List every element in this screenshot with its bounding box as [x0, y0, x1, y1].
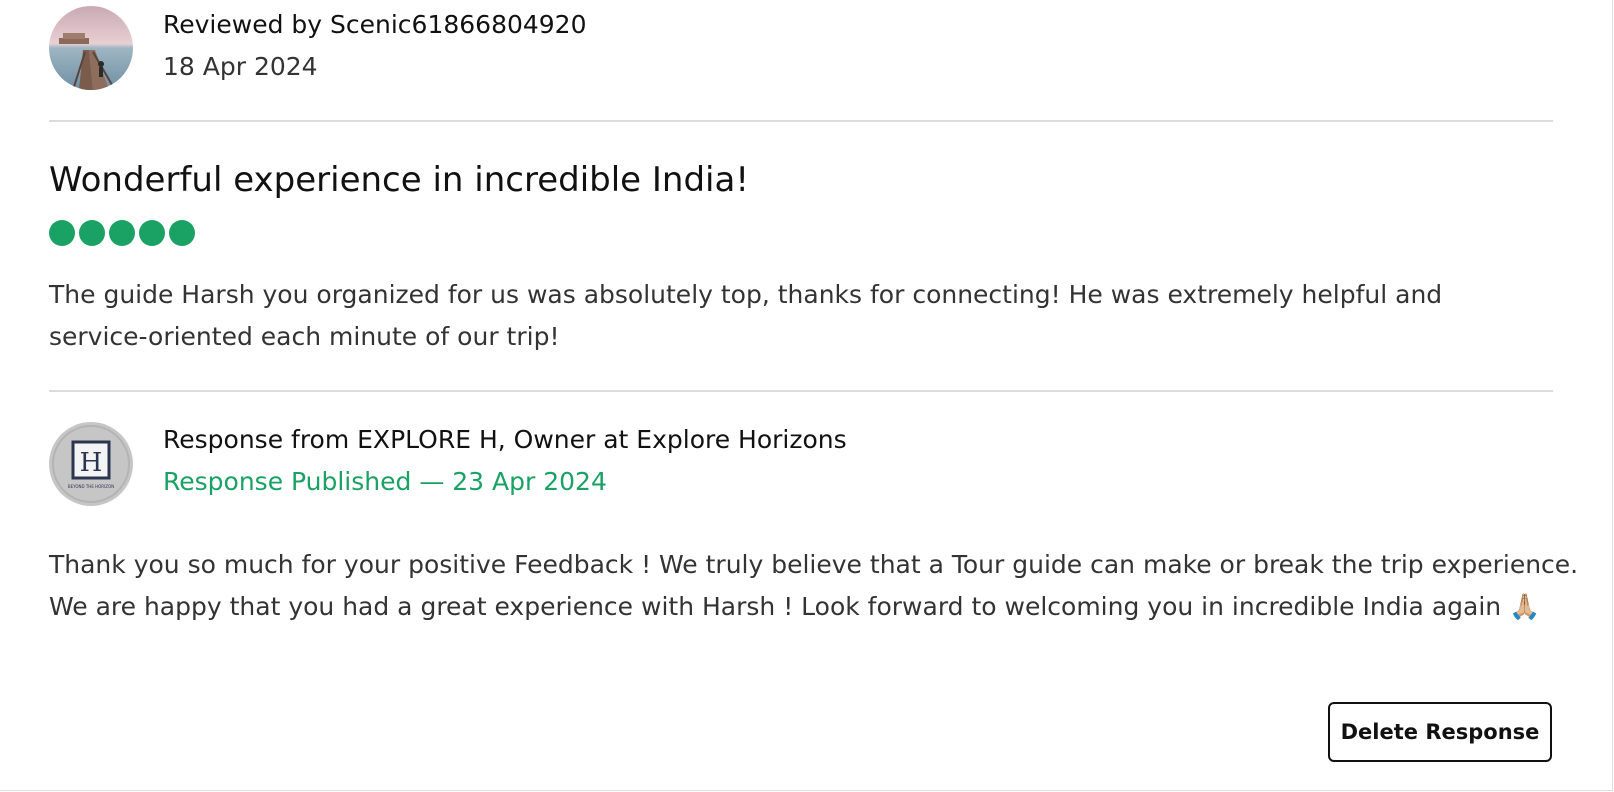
review-date: 18 Apr 2024 [163, 52, 318, 81]
response-author: Response from EXPLORE H, Owner at Explor… [163, 425, 847, 454]
response-published-date: Response Published — 23 Apr 2024 [163, 467, 607, 496]
rating-bubble-icon [79, 220, 105, 246]
divider [49, 390, 1553, 392]
review-title: Wonderful experience in incredible India… [49, 160, 749, 200]
rating-bubble-icon [109, 220, 135, 246]
owner-logo-avatar[interactable]: H BEYOND THE HORIZON [49, 422, 133, 506]
reviewer-name: Reviewed by Scenic61866804920 [163, 10, 587, 39]
rating-bubbles [49, 220, 195, 246]
owner-logo-caption: BEYOND THE HORIZON [68, 484, 114, 489]
owner-logo-letter: H [80, 448, 103, 478]
review-body: The guide Harsh you organized for us was… [49, 280, 1443, 351]
response-body: Thank you so much for your positive Feed… [49, 550, 1579, 621]
divider [49, 120, 1553, 122]
rating-bubble-icon [139, 220, 165, 246]
rating-bubble-icon [169, 220, 195, 246]
rating-bubble-icon [49, 220, 75, 246]
reviewer-avatar-image [49, 6, 133, 90]
delete-response-button[interactable]: Delete Response [1328, 702, 1552, 762]
reviewer-avatar[interactable] [49, 6, 133, 90]
review-card: Reviewed by Scenic61866804920 18 Apr 202… [0, 0, 1613, 791]
owner-logo-image: H BEYOND THE HORIZON [49, 422, 133, 506]
